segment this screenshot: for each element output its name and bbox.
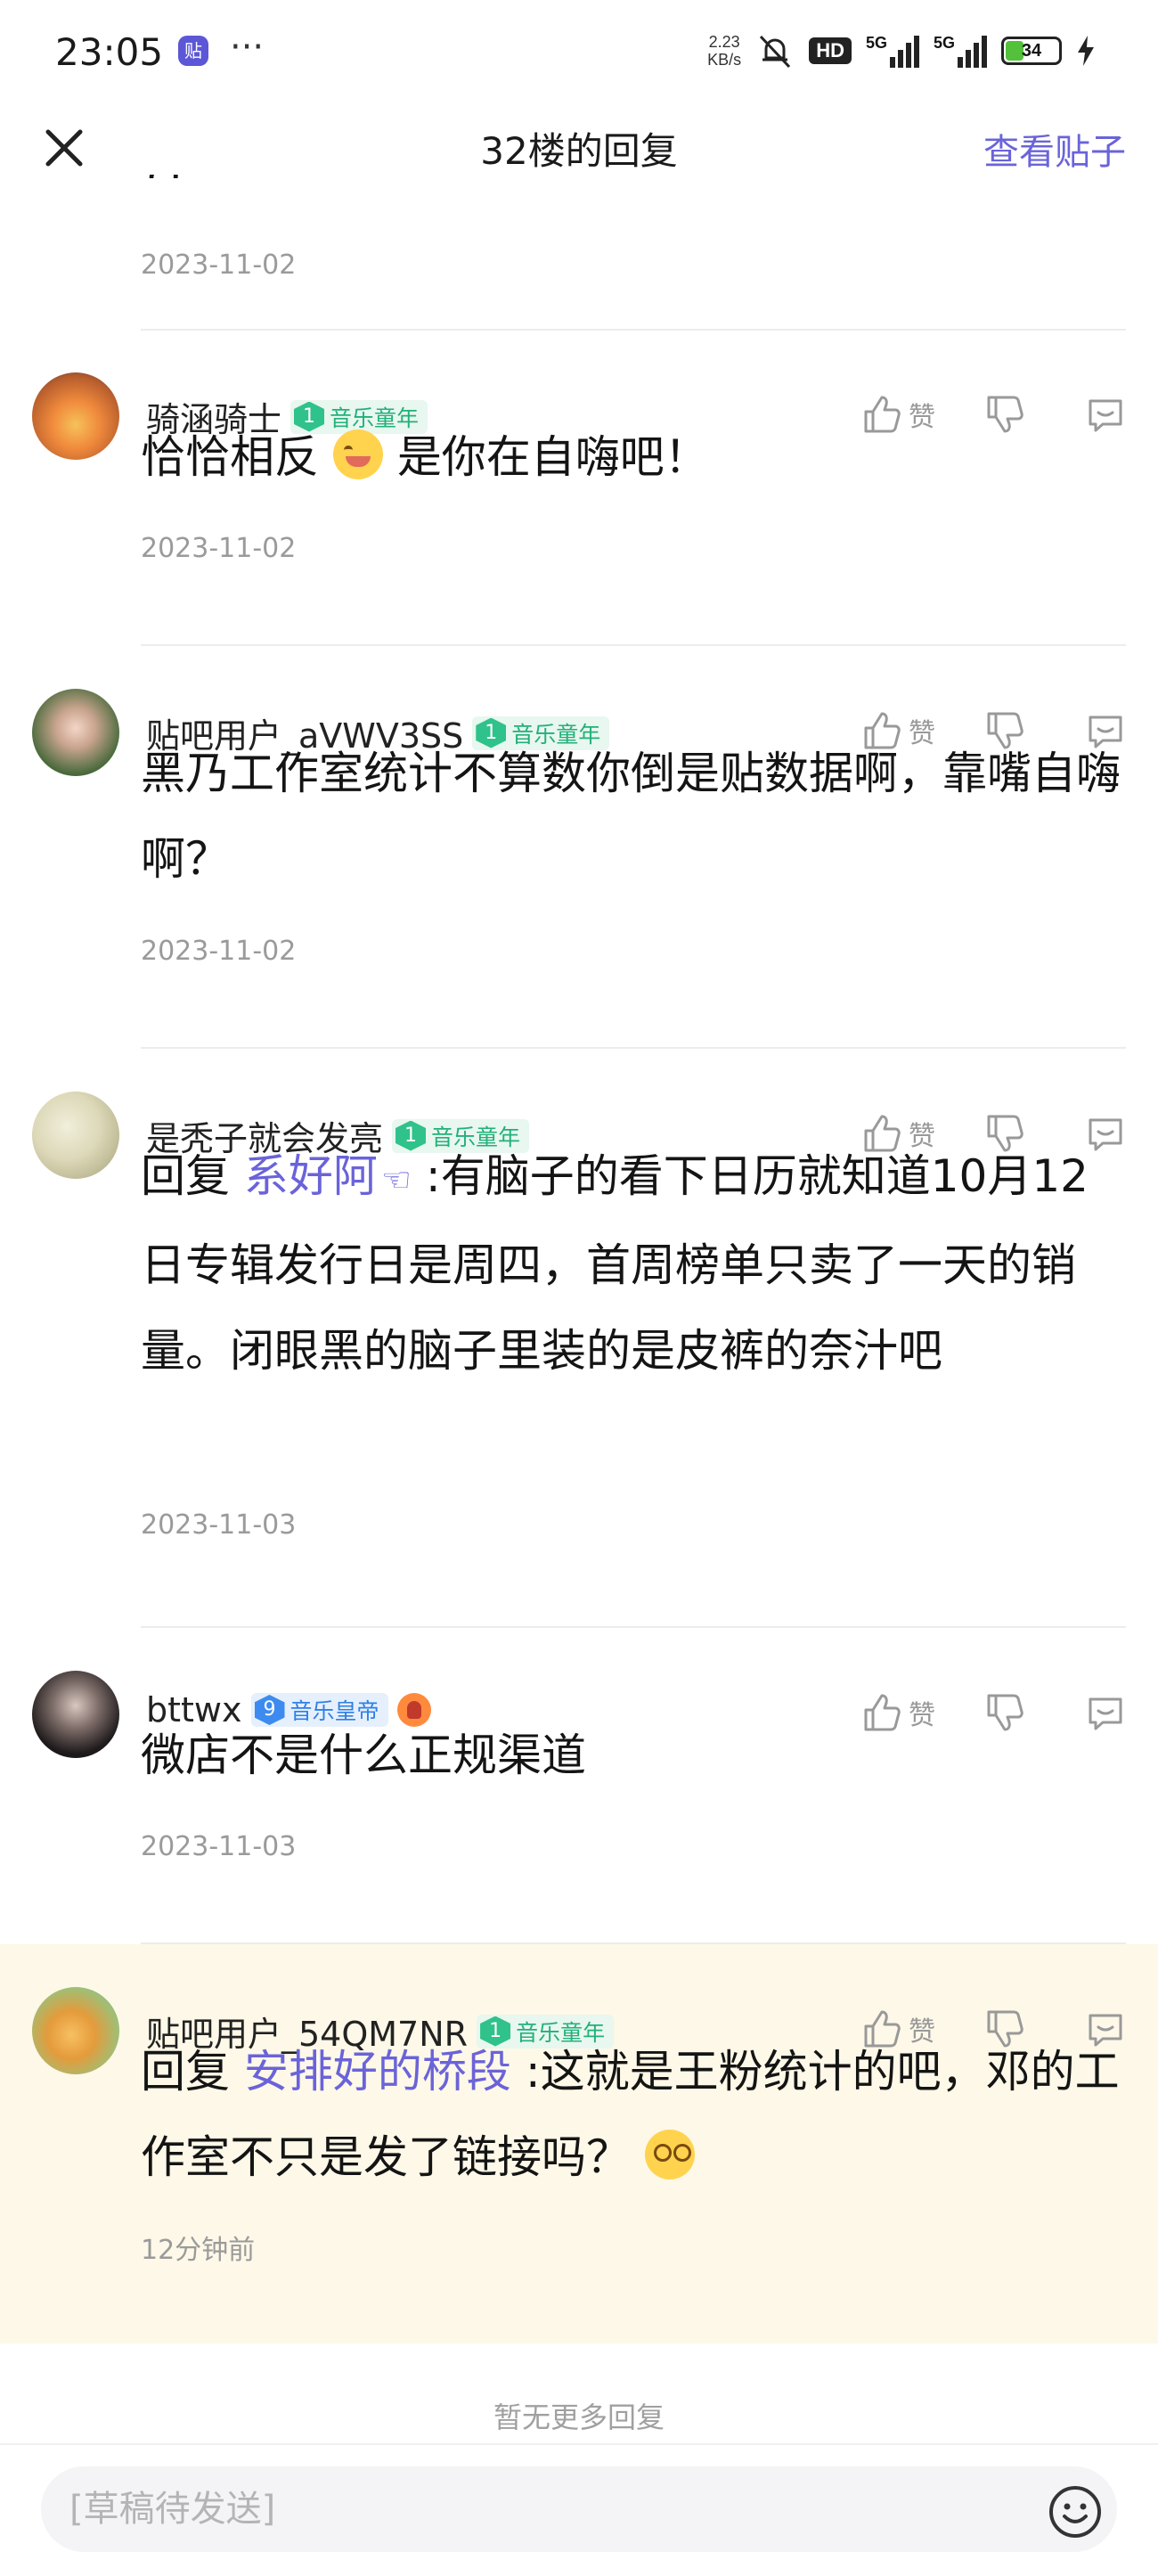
reply-time: 2023-11-02 xyxy=(141,249,297,281)
hd-icon: HD xyxy=(809,37,852,64)
pointing-hand-icon: ☜ xyxy=(380,1160,412,1199)
emoji-picker-icon[interactable] xyxy=(1048,2484,1103,2539)
grin-emoji-icon xyxy=(332,429,383,479)
avatar[interactable] xyxy=(32,1092,119,1179)
reply-time: 12分钟前 xyxy=(141,2235,256,2266)
reply-content: 黑乃工作室统计不算数你倒是贴数据啊，靠嘴自嗨啊？ xyxy=(141,748,1121,885)
reply-time: 2023-11-03 xyxy=(141,1831,297,1862)
status-bar: 23:05 贴 ··· 2.23 KB/s HD 5G 5G 34 xyxy=(0,0,1158,102)
net-speed: 2.23 KB/s xyxy=(707,33,741,69)
reply-item-highlighted: 贴吧用户_54QM7NR 1 音乐童年 赞 回复 安排好的桥段 :这就是王粉统计… xyxy=(0,1944,1158,2343)
reply-input[interactable] xyxy=(41,2466,1117,2552)
reply-content: 微店不是什么正规渠道 xyxy=(141,1730,586,1781)
reply-time: 2023-11-03 xyxy=(141,1509,297,1541)
net-speed-value: 2.23 xyxy=(708,33,740,51)
view-post-link[interactable]: 查看贴子 xyxy=(983,123,1126,175)
charging-bolt-icon xyxy=(1078,36,1094,66)
status-indicators: 2.23 KB/s HD 5G 5G 34 xyxy=(707,29,1096,73)
avatar[interactable] xyxy=(32,1671,119,1758)
mention-link[interactable]: 系好阿 xyxy=(244,1150,378,1202)
net-speed-unit: KB/s xyxy=(707,51,742,69)
battery-level: 34 xyxy=(1021,41,1042,61)
signal-icon: 5G xyxy=(866,34,919,68)
no-more-replies: 暂无更多回复 xyxy=(493,2400,665,2434)
reply-time: 2023-11-02 xyxy=(141,936,297,967)
mention-link[interactable]: 安排好的桥段 xyxy=(244,2046,511,2098)
signal-5g-label: 5G xyxy=(865,34,887,52)
reply-content: 回复 安排好的桥段 :这就是王粉统计的吧，邓的工作室不只是发了链接吗？ xyxy=(141,2029,1129,2200)
reply-prefix: 回复 xyxy=(141,2046,230,2098)
reply-time: 2023-11-02 xyxy=(141,533,297,564)
avatar[interactable] xyxy=(32,372,119,460)
status-time: 23:05 xyxy=(55,30,164,74)
tieba-app-icon: 贴 xyxy=(178,36,208,66)
avatar[interactable] xyxy=(32,689,119,776)
reply-content: 恰恰相反 是你在自嗨吧！ xyxy=(141,429,709,483)
more-notifications-icon: ··· xyxy=(230,27,265,68)
battery-icon: 34 xyxy=(1001,37,1062,65)
reply-item: 是秃子就会发亮 1 音乐童年 赞 回复 系好阿 ☜ :有脑子的看下日历就知道10月… xyxy=(0,1049,1158,1628)
reply-input-bar xyxy=(0,2443,1158,2576)
signal-5g-label-2: 5G xyxy=(933,34,955,52)
reply-item: bttwx 9 音乐皇帝 赞 微店不是什么正规渠道 2023-11-03 xyxy=(0,1628,1158,1944)
reply-item: 贴吧用户_aVWV3SS 1 音乐童年 赞 黑乃工作室统计不算数你倒是贴数据啊，… xyxy=(0,646,1158,1049)
reply-item: ?) 2023-11-02 xyxy=(0,175,1158,331)
mute-bell-icon xyxy=(760,35,791,69)
reply-item: 骑涵骑士 1 音乐童年 赞 恰恰相反 是你在自嗨吧！ 2023-11-02 xyxy=(0,330,1158,646)
signal-icon-2: 5G xyxy=(934,34,987,68)
reply-content: 回复 系好阿 ☜ :有脑子的看下日历就知道10月12日专辑发行日是周四，首周榜单只… xyxy=(141,1133,1129,1394)
avatar[interactable] xyxy=(32,1987,119,2074)
dizzy-emoji-icon xyxy=(644,2130,695,2179)
reply-prefix: 回复 xyxy=(141,1150,230,1202)
